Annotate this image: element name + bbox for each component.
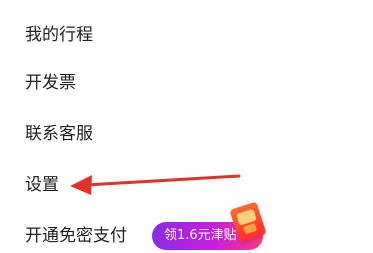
menu-item-customer-service[interactable]: 联系客服 [25, 117, 93, 151]
menu-item-password-free-payment[interactable]: 开通免密支付 [25, 219, 127, 253]
menu-item-invoice[interactable]: 开发票 [25, 66, 76, 100]
menu-item-settings[interactable]: 设置 [25, 168, 59, 202]
settings-menu: 我的行程 开发票 联系客服 设置 开通免密支付 领1.6元津贴 [0, 0, 373, 250]
menu-item-my-trips[interactable]: 我的行程 [25, 18, 93, 52]
